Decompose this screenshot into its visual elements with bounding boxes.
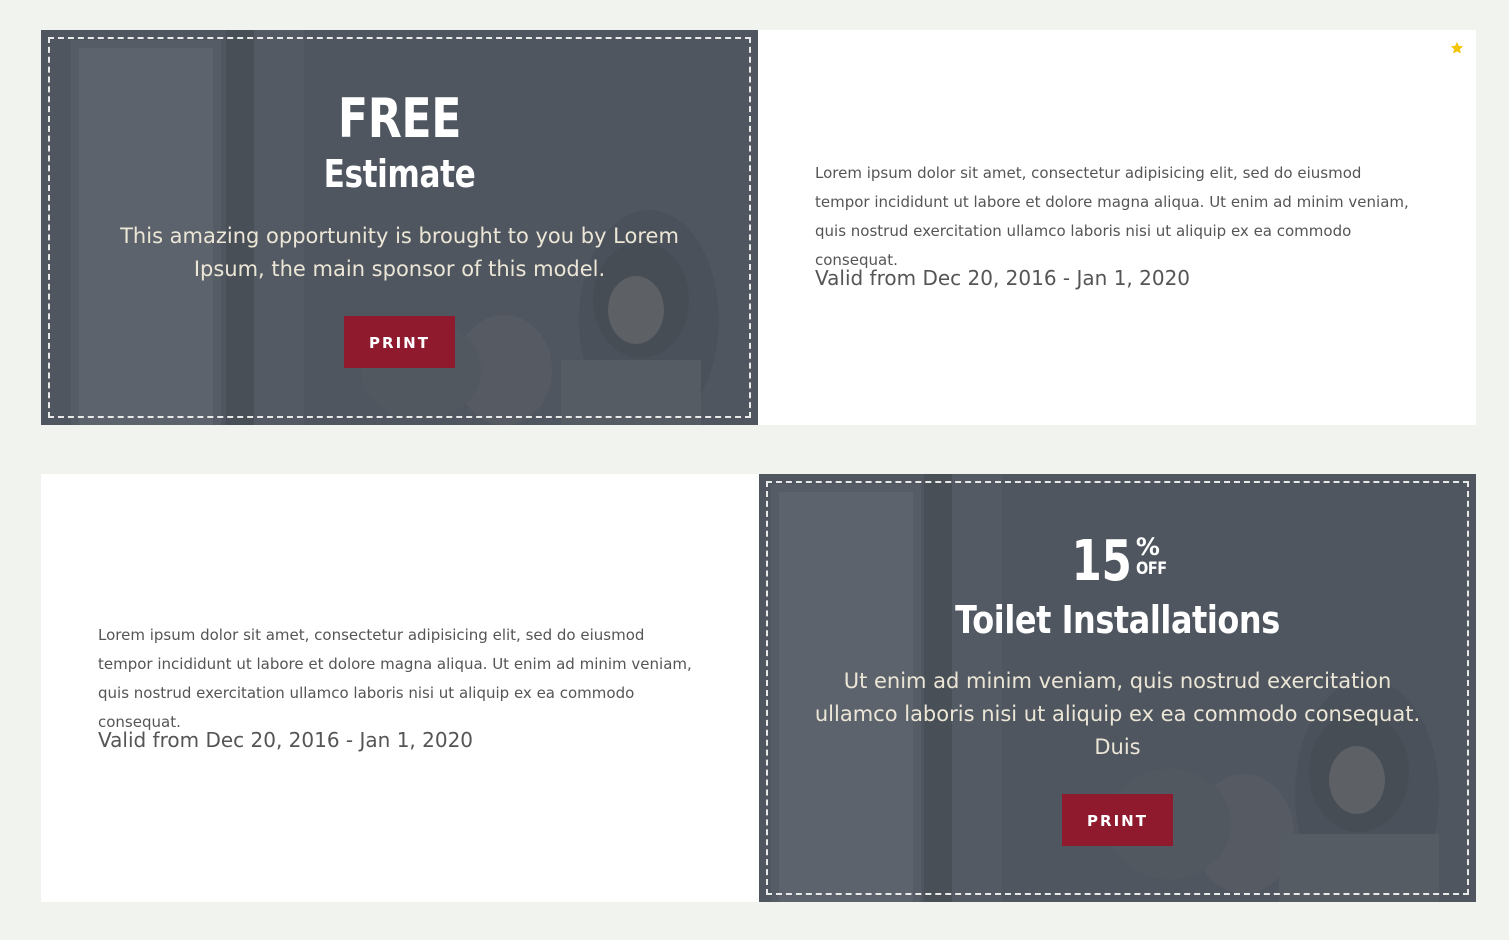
print-button[interactable]: PRINT xyxy=(1062,794,1173,846)
coupon-promo-panel: FREE Estimate This amazing opportunity i… xyxy=(41,30,758,425)
coupon-promo-content: FREE Estimate xyxy=(41,87,758,197)
discount-percent-value: 15 xyxy=(1071,529,1132,594)
off-label: OFF xyxy=(1135,559,1167,579)
coupon-description: Ut enim ad minim veniam, quis nostrud ex… xyxy=(814,669,1421,759)
coupon-validity: Valid from Dec 20, 2016 - Jan 1, 2020 xyxy=(815,266,1191,290)
star-icon[interactable] xyxy=(1450,41,1464,55)
print-button[interactable]: PRINT xyxy=(344,316,455,368)
coupon-validity: Valid from Dec 20, 2016 - Jan 1, 2020 xyxy=(98,728,474,752)
coupon-subtitle: Toilet Installations xyxy=(955,598,1280,642)
coupon-title: FREE xyxy=(337,87,462,150)
coupon-card-free-estimate: FREE Estimate This amazing opportunity i… xyxy=(41,30,1476,425)
discount-badge: 15 % OFF xyxy=(1063,534,1172,590)
coupon-description: This amazing opportunity is brought to y… xyxy=(120,224,679,281)
coupon-details-text: Lorem ipsum dolor sit amet, consectetur … xyxy=(98,626,692,731)
coupon-promo-content: 15 % OFF Toilet Installations xyxy=(759,534,1476,643)
coupon-subtitle: Estimate xyxy=(323,152,476,196)
coupon-details-panel: Lorem ipsum dolor sit amet, consectetur … xyxy=(758,30,1476,425)
percent-sign: % xyxy=(1135,533,1160,561)
coupon-promo-panel: 15 % OFF Toilet Installations Ut enim ad… xyxy=(759,474,1476,902)
coupon-details-text: Lorem ipsum dolor sit amet, consectetur … xyxy=(815,164,1409,269)
coupon-card-toilet-installations: Lorem ipsum dolor sit amet, consectetur … xyxy=(41,474,1476,902)
coupon-details-panel: Lorem ipsum dolor sit amet, consectetur … xyxy=(41,474,759,902)
